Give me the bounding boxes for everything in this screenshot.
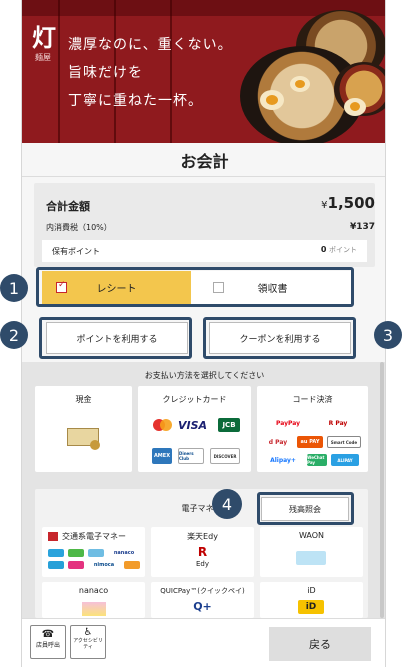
accessibility-icon: ♿ — [83, 627, 93, 638]
brand-logo: 灯 — [32, 23, 56, 52]
edy-logo: R — [197, 545, 208, 559]
waon-icon — [296, 551, 326, 565]
brand-subtitle: 麺屋 — [35, 53, 51, 62]
discover-logo: DISCOVER — [210, 448, 240, 464]
nanaco-mini-logo: nanaco — [108, 549, 140, 557]
waon-label: WAON — [298, 531, 325, 540]
hero-banner: 灯 麺屋 濃厚なのに、重くない。 旨味だけを 丁寧に重ねた一杯。 — [22, 0, 385, 143]
tagline-line-2: 旨味だけを — [68, 65, 143, 81]
quicpay-label: QUICPay™(クイックペイ) — [160, 587, 245, 595]
annotation-badge-2: 2 — [0, 321, 28, 349]
nanaco-option[interactable]: nanaco — [42, 582, 145, 618]
smart-code-logo: Smart Code — [327, 436, 361, 448]
transit-label: 交通系電子マネー — [62, 532, 126, 541]
app-root: 灯 麺屋 濃厚なのに、重くない。 旨味だけを 丁寧に重ねた一杯。 お会計 合計金… — [0, 0, 406, 667]
annotation-badge-1: 1 — [0, 274, 28, 302]
transit-icon — [48, 532, 58, 541]
egg-yolk — [266, 95, 278, 105]
nanaco-label: nanaco — [78, 586, 109, 595]
order-summary: 合計金額 ¥1,500 内消費税（10%） ¥137 保有ポイント 0 ポイント — [34, 183, 375, 267]
transit-card-icon — [48, 561, 64, 569]
edy-sub-logo: Edy — [195, 560, 209, 568]
back-button[interactable]: 戻る — [269, 627, 371, 661]
id-option[interactable]: iD iD — [260, 582, 363, 618]
visa-logo: VISA — [178, 419, 208, 432]
credit-card-label: クレジットカード — [162, 395, 227, 404]
credit-card-option[interactable]: クレジットカード VISA JCB AMEX Diners Club DISCO… — [138, 386, 251, 472]
d-pay-logo: d Pay — [263, 436, 293, 448]
tax-label: 内消費税（10%） — [46, 223, 112, 232]
nimoca-logo: nimoca — [88, 561, 120, 569]
highlight-receipt — [36, 267, 354, 307]
waon-option[interactable]: WAON — [260, 527, 363, 577]
quicpay-option[interactable]: QUICPay™(クイックペイ) Q+ — [151, 582, 254, 618]
wechat-pay-logo: WeChat Pay — [307, 454, 327, 466]
transit-card-icon — [124, 561, 140, 569]
total-row: 合計金額 ¥1,500 — [46, 194, 375, 214]
id-logo: iD — [298, 600, 324, 614]
quicpay-logo: Q+ — [193, 600, 212, 613]
points-number: 0 — [320, 245, 327, 254]
transit-card-icon — [48, 549, 64, 557]
accessibility-label: アクセシビリティ — [73, 638, 103, 650]
nanaco-icon — [82, 602, 106, 616]
tax-value: ¥137 — [349, 222, 375, 232]
alipay-plus-logo: Alipay+ — [263, 454, 303, 466]
points-value: 0 ポイント — [321, 245, 357, 255]
diners-logo: Diners Club — [178, 448, 204, 464]
total-amount: ¥1,500 — [321, 194, 375, 212]
tax-row: 内消費税（10%） ¥137 — [46, 222, 375, 236]
transit-card-icon — [68, 561, 84, 569]
jcb-logo: JCB — [218, 418, 240, 432]
payment-prompt: お支払い方法を選択してください — [144, 371, 265, 380]
noren-slit — [58, 0, 60, 143]
au-pay-logo: au PAY — [297, 436, 323, 448]
divider — [22, 176, 385, 177]
highlight-balance — [257, 492, 354, 525]
transit-card-icon — [68, 549, 84, 557]
staff-call-button[interactable]: ☎ 店員呼出 — [30, 625, 66, 659]
points-row: 保有ポイント 0 ポイント — [42, 240, 367, 262]
egg-yolk — [350, 102, 360, 111]
cash-option[interactable]: 現金 — [35, 386, 132, 472]
code-payment-option[interactable]: コード決済 PayPay R Pay d Pay au PAY Smart Co… — [257, 386, 368, 472]
total-value: 1,500 — [327, 194, 375, 212]
egg-yolk — [295, 80, 305, 88]
mastercard-icon — [160, 419, 172, 431]
footer-bar: ☎ 店員呼出 ♿ アクセシビリティ 戻る — [22, 618, 385, 667]
annotation-badge-4: 4 — [212, 489, 242, 519]
alipay-logo: ALIPAY — [331, 454, 359, 466]
staff-call-label: 店員呼出 — [35, 642, 60, 649]
transit-card-icon — [88, 549, 104, 557]
paypay-logo: PayPay — [265, 417, 311, 429]
id-label: iD — [307, 586, 316, 595]
points-unit: ポイント — [329, 246, 357, 254]
rakuten-edy-option[interactable]: 楽天Edy R Edy — [151, 527, 254, 577]
total-label: 合計金額 — [46, 200, 90, 213]
page-title: お会計 — [180, 152, 229, 171]
tagline-line-3: 丁寧に重ねた一杯。 — [68, 93, 203, 109]
annotation-badge-3: 3 — [374, 321, 402, 349]
coin-icon — [90, 440, 100, 450]
code-payment-label: コード決済 — [292, 395, 333, 404]
points-label: 保有ポイント — [52, 247, 100, 256]
transit-emoney-option[interactable]: 交通系電子マネー nanaco nimoca — [42, 527, 145, 577]
accessibility-button[interactable]: ♿ アクセシビリティ — [70, 625, 106, 659]
payment-scrollbar[interactable] — [380, 362, 384, 618]
tagline-line-1: 濃厚なのに、重くない。 — [68, 37, 233, 53]
highlight-points — [39, 317, 192, 359]
bell-icon: ☎ — [41, 629, 55, 640]
noren-slit — [170, 0, 172, 143]
amex-logo: AMEX — [152, 448, 172, 464]
highlight-coupon — [203, 317, 356, 359]
edy-label: 楽天Edy — [187, 532, 218, 541]
rakuten-pay-logo: R Pay — [315, 417, 361, 429]
cash-label: 現金 — [75, 395, 92, 404]
